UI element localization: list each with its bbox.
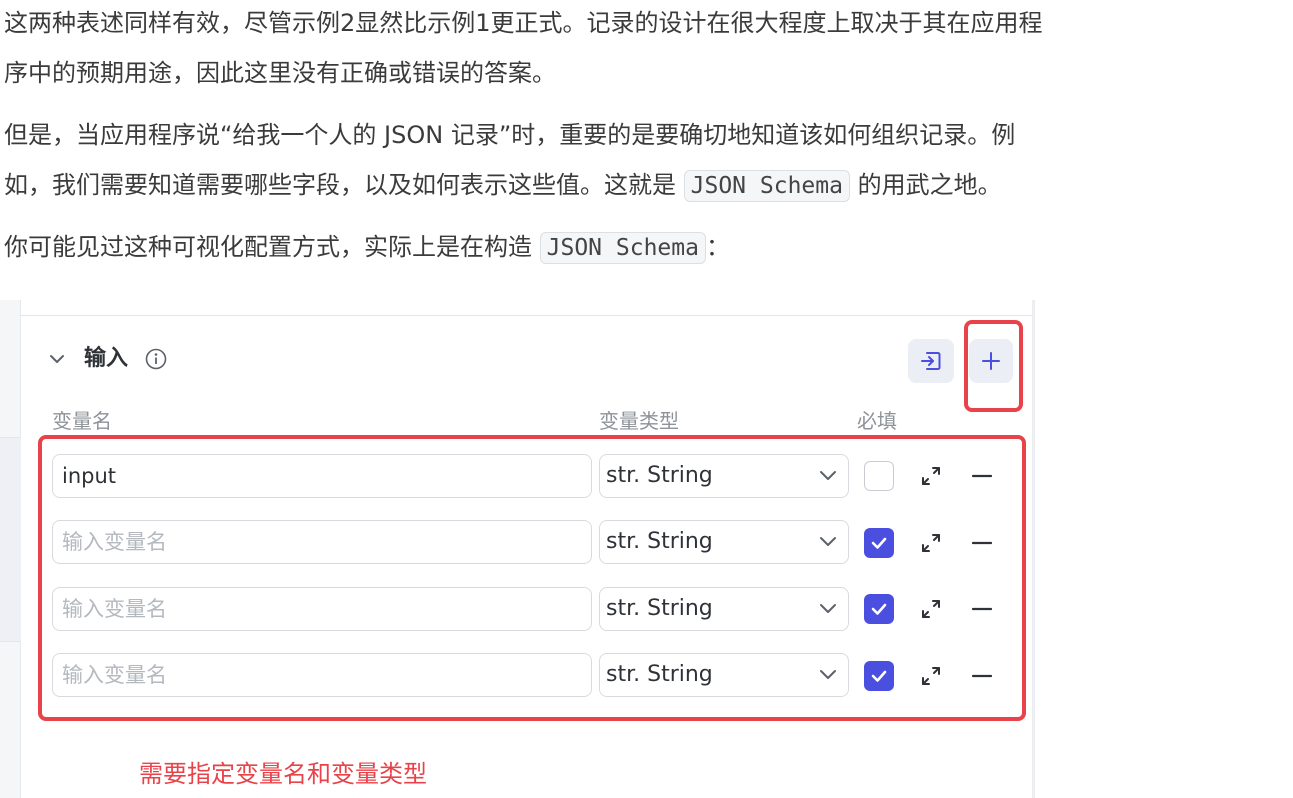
rows-highlight: [38, 435, 1026, 721]
paragraph-1-line-2: 序中的预期用途，因此这里没有正确或错误的答案。: [4, 59, 556, 87]
left-edge-selection: [0, 437, 21, 642]
section-title: 输入: [84, 346, 129, 371]
column-header-type: 变量类型: [599, 409, 679, 433]
collapse-chevron-icon[interactable]: [48, 350, 66, 368]
panel-top-divider: [21, 315, 1035, 316]
column-header-name: 变量名: [52, 409, 112, 433]
annotation-note: 需要指定变量名和变量类型: [139, 760, 427, 788]
inline-code-json-schema-2: JSON Schema: [539, 232, 706, 264]
panel-right-edge: [1032, 300, 1035, 798]
import-icon: [921, 352, 941, 370]
add-button-highlight: [964, 320, 1023, 412]
paragraph-3-text-pre: 你可能见过这种可视化配置方式，实际上是在构造: [4, 233, 540, 261]
paragraph-3: 你可能见过这种可视化配置方式，实际上是在构造 JSON Schema：: [4, 220, 730, 275]
paragraph-2-line-2: 如，我们需要知道需要哪些字段，以及如何表示这些值。这就是 JSON Schema…: [4, 158, 1002, 213]
import-variables-button[interactable]: [908, 339, 954, 383]
panel-left-edge: [0, 300, 21, 798]
paragraph-2-text-post: 的用武之地。: [849, 171, 1002, 199]
info-icon[interactable]: [145, 348, 167, 370]
paragraph-1-line-1: 这两种表述同样有效，尽管示例2显然比示例1更正式。记录的设计在很大程度上取决于其…: [4, 9, 1043, 37]
paragraph-2-text-pre: 如，我们需要知道需要哪些字段，以及如何表示这些值。这就是: [4, 171, 684, 199]
paragraph-3-text-post: ：: [705, 233, 730, 261]
column-header-required: 必填: [857, 409, 897, 433]
paragraph-2-line-1: 但是，当应用程序说“给我一个人的 JSON 记录”时，重要的是要确切地知道该如何…: [4, 121, 1016, 149]
inline-code-json-schema: JSON Schema: [683, 170, 850, 202]
